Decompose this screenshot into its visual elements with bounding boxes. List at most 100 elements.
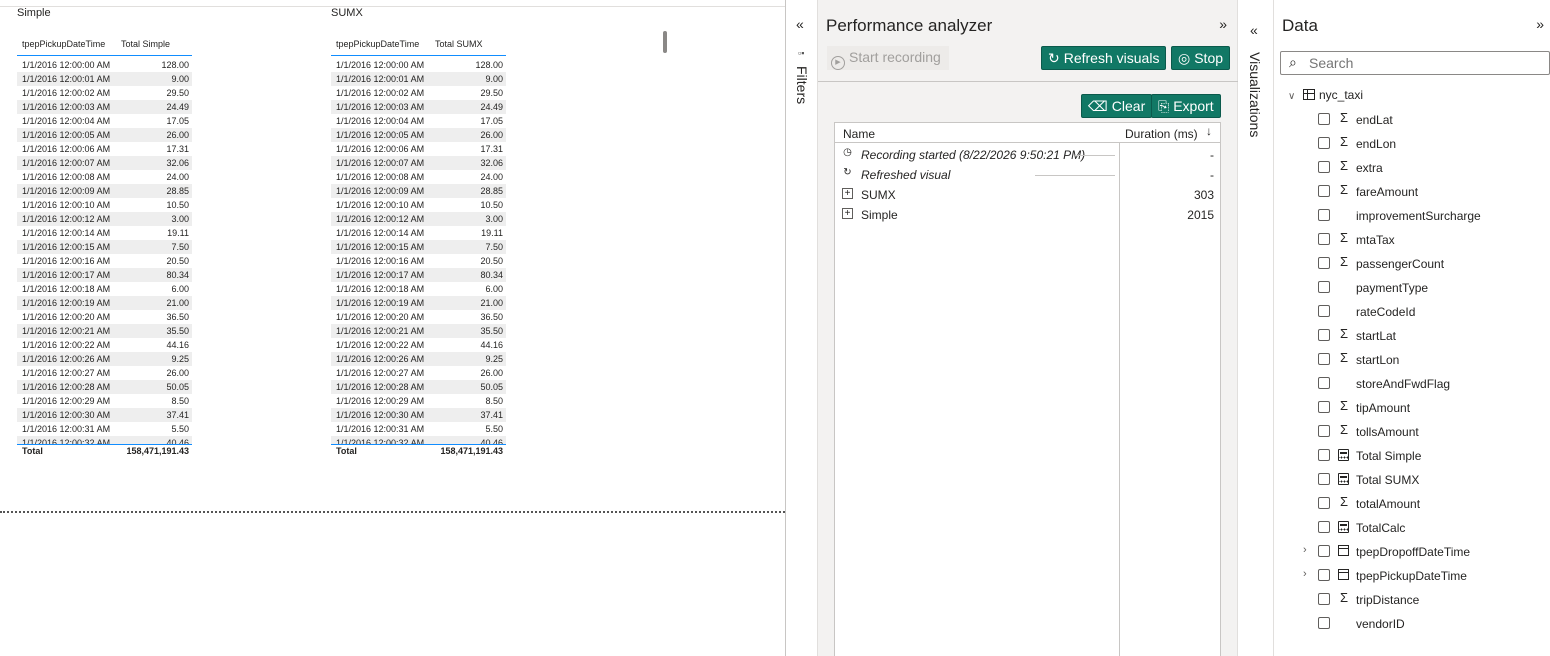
visualizations-pane-collapsed[interactable]: « Visualizations: [1238, 0, 1274, 656]
field-item[interactable]: Total SUMX: [1274, 468, 1550, 492]
field-item[interactable]: ΣtotalAmount: [1274, 492, 1550, 516]
table-row[interactable]: 1/1/2016 12:00:10 AM 10.50: [331, 198, 506, 212]
field-checkbox[interactable]: [1318, 329, 1330, 341]
table-row[interactable]: 1/1/2016 12:00:01 AM 9.00: [331, 72, 506, 86]
field-item[interactable]: Σextra: [1274, 156, 1550, 180]
table-row[interactable]: 1/1/2016 12:00:19 AM 21.00: [17, 296, 192, 310]
field-item[interactable]: Total Simple: [1274, 444, 1550, 468]
table-row[interactable]: 1/1/2016 12:00:08 AM 24.00: [17, 170, 192, 184]
table-row[interactable]: 1/1/2016 12:00:09 AM 28.85: [17, 184, 192, 198]
field-item[interactable]: ΣpassengerCount: [1274, 252, 1550, 276]
field-checkbox[interactable]: [1318, 569, 1330, 581]
table-row[interactable]: 1/1/2016 12:00:30 AM 37.41: [17, 408, 192, 422]
table-row[interactable]: 1/1/2016 12:00:27 AM 26.00: [331, 366, 506, 380]
filters-pane-collapsed[interactable]: « ▫▪ Filters: [785, 0, 818, 656]
field-checkbox[interactable]: [1318, 233, 1330, 245]
column-name-header[interactable]: Name: [843, 127, 875, 141]
table-row[interactable]: 1/1/2016 12:00:31 AM 5.50: [331, 422, 506, 436]
column-header-total[interactable]: Total SUMX: [435, 39, 483, 49]
column-duration-header[interactable]: Duration (ms): [1125, 127, 1198, 141]
table-row[interactable]: 1/1/2016 12:00:26 AM 9.25: [331, 352, 506, 366]
field-item[interactable]: ΣtollsAmount: [1274, 420, 1550, 444]
field-checkbox[interactable]: [1318, 113, 1330, 125]
double-chevron-left-icon[interactable]: «: [1250, 22, 1258, 38]
table-body[interactable]: 1/1/2016 12:00:00 AM 128.00 1/1/2016 12:00…: [331, 58, 506, 445]
table-row[interactable]: 1/1/2016 12:00:04 AM 17.05: [17, 114, 192, 128]
perf-row[interactable]: ◷ Recording started (8/22/2026 9:50:21 PM…: [835, 145, 1220, 165]
table-row[interactable]: 1/1/2016 12:00:00 AM 128.00: [17, 58, 192, 72]
clear-button[interactable]: ⌫ Clear: [1081, 94, 1153, 118]
table-row[interactable]: 1/1/2016 12:00:17 AM 80.34: [331, 268, 506, 282]
field-checkbox[interactable]: [1318, 185, 1330, 197]
table-row[interactable]: 1/1/2016 12:00:02 AM 29.50: [331, 86, 506, 100]
field-checkbox[interactable]: [1318, 377, 1330, 389]
perf-row[interactable]: + SUMX 303: [835, 185, 1220, 205]
chevron-right-icon[interactable]: ›: [1303, 568, 1307, 580]
field-item[interactable]: ΣendLon: [1274, 132, 1550, 156]
table-row[interactable]: 1/1/2016 12:00:17 AM 80.34: [17, 268, 192, 282]
table-row[interactable]: 1/1/2016 12:00:21 AM 35.50: [17, 324, 192, 338]
expand-icon[interactable]: +: [842, 188, 853, 199]
table-row[interactable]: 1/1/2016 12:00:06 AM 17.31: [331, 142, 506, 156]
field-item[interactable]: › tpepDropoffDateTime: [1274, 540, 1550, 564]
field-checkbox[interactable]: [1318, 257, 1330, 269]
double-chevron-right-icon[interactable]: »: [1536, 16, 1544, 32]
field-checkbox[interactable]: [1318, 593, 1330, 605]
table-row[interactable]: 1/1/2016 12:00:05 AM 26.00: [17, 128, 192, 142]
field-checkbox[interactable]: [1318, 497, 1330, 509]
perf-row[interactable]: ↻ Refreshed visual -: [835, 165, 1220, 185]
field-item[interactable]: ΣendLat: [1274, 108, 1550, 132]
column-header-pickup[interactable]: tpepPickupDateTime: [336, 39, 419, 49]
table-row[interactable]: 1/1/2016 12:00:22 AM 44.16: [331, 338, 506, 352]
perf-row[interactable]: + Simple 2015: [835, 205, 1220, 225]
export-button[interactable]: ⎘ Export: [1151, 94, 1221, 118]
table-row[interactable]: 1/1/2016 12:00:20 AM 36.50: [17, 310, 192, 324]
field-item[interactable]: ΣstartLat: [1274, 324, 1550, 348]
table-row[interactable]: 1/1/2016 12:00:15 AM 7.50: [331, 240, 506, 254]
field-checkbox[interactable]: [1318, 425, 1330, 437]
refresh-visuals-button[interactable]: ↻ Refresh visuals: [1041, 46, 1167, 70]
field-item[interactable]: paymentType: [1274, 276, 1550, 300]
page-scrollbar[interactable]: [663, 31, 667, 53]
field-checkbox[interactable]: [1318, 521, 1330, 533]
table-row[interactable]: 1/1/2016 12:00:04 AM 17.05: [331, 114, 506, 128]
filters-label[interactable]: Filters: [794, 66, 810, 104]
start-recording-button[interactable]: ▶ Start recording: [827, 46, 949, 70]
table-row[interactable]: 1/1/2016 12:00:08 AM 24.00: [331, 170, 506, 184]
chevron-down-icon[interactable]: ∨: [1288, 91, 1300, 102]
column-header-pickup[interactable]: tpepPickupDateTime: [22, 39, 105, 49]
table-row[interactable]: 1/1/2016 12:00:05 AM 26.00: [331, 128, 506, 142]
expand-icon[interactable]: +: [842, 208, 853, 219]
table-row[interactable]: 1/1/2016 12:00:03 AM 24.49: [331, 100, 506, 114]
field-checkbox[interactable]: [1318, 449, 1330, 461]
search-box[interactable]: ⌕: [1280, 51, 1550, 75]
field-item[interactable]: ΣtipAmount: [1274, 396, 1550, 420]
table-row[interactable]: 1/1/2016 12:00:22 AM 44.16: [17, 338, 192, 352]
table-row[interactable]: 1/1/2016 12:00:09 AM 28.85: [331, 184, 506, 198]
field-checkbox[interactable]: [1318, 401, 1330, 413]
table-row[interactable]: 1/1/2016 12:00:28 AM 50.05: [331, 380, 506, 394]
table-body[interactable]: 1/1/2016 12:00:00 AM 128.00 1/1/2016 12:00…: [17, 58, 192, 445]
table-row[interactable]: 1/1/2016 12:00:07 AM 32.06: [17, 156, 192, 170]
field-checkbox[interactable]: [1318, 281, 1330, 293]
table-row[interactable]: 1/1/2016 12:00:14 AM 19.11: [331, 226, 506, 240]
table-row[interactable]: 1/1/2016 12:00:29 AM 8.50: [17, 394, 192, 408]
table-row[interactable]: 1/1/2016 12:00:01 AM 9.00: [17, 72, 192, 86]
table-row[interactable]: 1/1/2016 12:00:32 AM 40.46: [331, 436, 506, 444]
table-row[interactable]: 1/1/2016 12:00:28 AM 50.05: [17, 380, 192, 394]
field-checkbox[interactable]: [1318, 209, 1330, 221]
field-checkbox[interactable]: [1318, 137, 1330, 149]
table-row[interactable]: 1/1/2016 12:00:03 AM 24.49: [17, 100, 192, 114]
column-header-total[interactable]: Total Simple: [121, 39, 170, 49]
field-checkbox[interactable]: [1318, 353, 1330, 365]
table-row[interactable]: 1/1/2016 12:00:00 AM 128.00: [331, 58, 506, 72]
table-node-nyc-taxi[interactable]: ∨ nyc_taxi: [1288, 88, 1363, 106]
table-row[interactable]: 1/1/2016 12:00:21 AM 35.50: [331, 324, 506, 338]
stop-button[interactable]: ◎ Stop: [1171, 46, 1231, 70]
table-row[interactable]: 1/1/2016 12:00:27 AM 26.00: [17, 366, 192, 380]
field-item[interactable]: storeAndFwdFlag: [1274, 372, 1550, 396]
table-row[interactable]: 1/1/2016 12:00:10 AM 10.50: [17, 198, 192, 212]
double-chevron-right-icon[interactable]: »: [1219, 16, 1227, 32]
table-row[interactable]: 1/1/2016 12:00:15 AM 7.50: [17, 240, 192, 254]
table-row[interactable]: 1/1/2016 12:00:26 AM 9.25: [17, 352, 192, 366]
